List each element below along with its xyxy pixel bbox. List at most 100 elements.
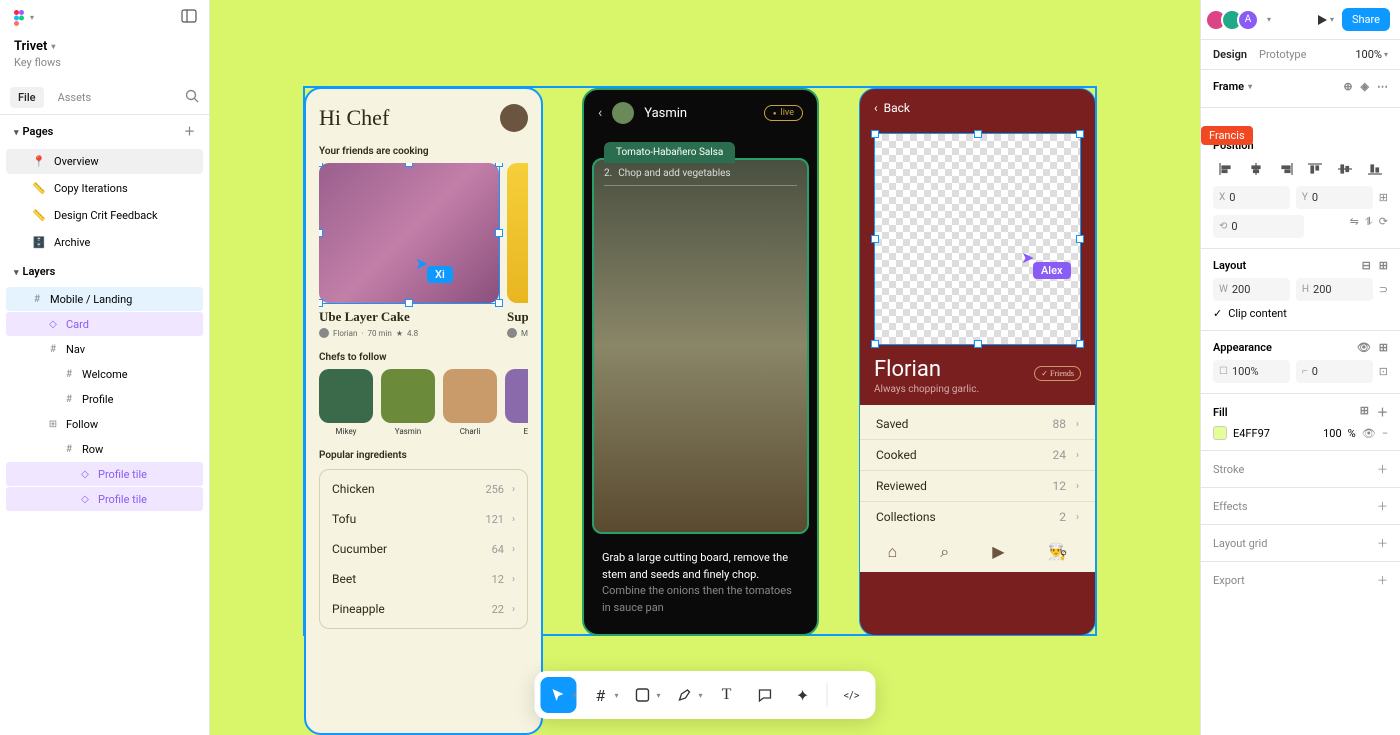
page-item-overview[interactable]: 📍Overview <box>6 149 203 174</box>
align-left-button[interactable] <box>1213 158 1239 180</box>
multiplayer-cursor: Francis <box>1201 126 1253 145</box>
effects-label: Effects <box>1213 500 1248 513</box>
pen-tool[interactable] <box>667 677 703 713</box>
chef-tile: Yasmin <box>381 369 435 436</box>
tab-file[interactable]: File <box>10 87 44 108</box>
present-button[interactable]: ▾ <box>1316 14 1334 26</box>
tab-prototype[interactable]: Prototype <box>1259 48 1306 61</box>
greeting-text: Hi Chef <box>319 105 389 131</box>
width-input[interactable]: W200 <box>1213 278 1290 301</box>
layer-item[interactable]: Row <box>6 437 203 461</box>
clip-content-checkbox[interactable]: ✓Clip content <box>1213 307 1388 320</box>
friends-badge: ✓ Friends <box>1034 366 1081 381</box>
layer-item[interactable]: Profile <box>6 387 203 411</box>
rotate-icon[interactable]: ⟳ <box>1379 215 1388 238</box>
x-input[interactable]: X0 <box>1213 186 1290 209</box>
ingredient-row: Pineapple22› <box>320 594 527 624</box>
sidebar-toggle-icon[interactable] <box>181 8 197 27</box>
file-name[interactable]: Trivet▾ <box>14 39 195 54</box>
align-hcenter-button[interactable] <box>1243 158 1269 180</box>
add-page-icon[interactable]: ＋ <box>184 123 195 139</box>
align-vcenter-button[interactable] <box>1332 158 1358 180</box>
align-right-button[interactable] <box>1273 158 1299 180</box>
visibility-icon[interactable]: 👁 <box>1357 341 1371 354</box>
align-top-button[interactable] <box>1302 158 1328 180</box>
add-export-icon[interactable]: ＋ <box>1377 572 1388 588</box>
fill-visibility-icon[interactable]: 👁 <box>1362 427 1376 440</box>
auto-layout-icon[interactable]: ⊟ <box>1362 259 1371 272</box>
main-menu-button[interactable]: ▾ <box>12 9 34 27</box>
collaborator-avatars[interactable]: A <box>1211 9 1259 31</box>
flip-v-icon[interactable]: ⥮ <box>1365 215 1373 238</box>
layer-item[interactable]: ⊞Follow <box>6 412 203 436</box>
opacity-input[interactable]: ☐100% <box>1213 360 1290 383</box>
height-input[interactable]: H200 <box>1296 278 1373 301</box>
element-type: Frame <box>1213 80 1244 93</box>
remove-fill-icon[interactable]: − <box>1382 427 1388 440</box>
link-wh-icon[interactable]: ⊃ <box>1379 283 1388 296</box>
layout-more-icon[interactable]: ⊞ <box>1379 259 1388 272</box>
toolbar: ▾ #▾ ▾ ▾ T ✦ </> <box>534 671 875 719</box>
actions-tool[interactable]: ✦ <box>785 677 821 713</box>
move-tool[interactable] <box>540 677 576 713</box>
stroke-label: Stroke <box>1213 463 1244 476</box>
search-icon[interactable] <box>185 88 199 107</box>
corner-details-icon[interactable]: ⊡ <box>1379 365 1388 378</box>
host-name: Yasmin <box>644 106 687 121</box>
selected-frame[interactable]: ➤ Alex <box>874 133 1081 345</box>
tabbar-video-icon: ▶ <box>992 542 1004 562</box>
rotation-input[interactable]: ⟲0 <box>1213 215 1304 238</box>
recipe-title: Ube Layer Cake <box>319 309 499 325</box>
tab-assets[interactable]: Assets <box>50 87 100 108</box>
add-effect-icon[interactable]: ＋ <box>1377 498 1388 514</box>
ingredient-row: Tofu121› <box>320 504 527 534</box>
text-tool[interactable]: T <box>709 677 745 713</box>
flip-h-icon[interactable]: ⇋ <box>1350 215 1359 238</box>
align-bottom-button[interactable] <box>1362 158 1388 180</box>
fill-label: Fill <box>1213 406 1228 419</box>
component-icon[interactable]: ⊕ <box>1343 80 1352 93</box>
layer-item[interactable]: Card <box>6 312 203 336</box>
frame-live[interactable]: ‹ Yasmin live Tomato-Habañero Salsa 2.Ch… <box>582 88 819 636</box>
multiplayer-cursor: ➤ Alex <box>1033 262 1071 279</box>
layer-item[interactable]: Profile tile <box>6 462 203 486</box>
add-fill-icon[interactable]: ＋ <box>1377 404 1388 420</box>
styles-icon[interactable]: ⊞ <box>1360 404 1369 420</box>
tab-design[interactable]: Design <box>1213 48 1247 61</box>
y-input[interactable]: Y0 <box>1296 186 1373 209</box>
layout-grid-label: Layout grid <box>1213 537 1267 550</box>
layer-item[interactable]: Nav <box>6 337 203 361</box>
frame-landing[interactable]: Hi Chef Your friends are cooking Ube Lay… <box>305 88 542 734</box>
expand-icon[interactable]: ⊞ <box>1379 341 1388 354</box>
layer-item[interactable]: Welcome <box>6 362 203 386</box>
dev-mode-toggle[interactable]: </> <box>834 677 870 713</box>
page-item[interactable]: 📏Design Crit Feedback <box>6 203 203 228</box>
constraints-icon[interactable]: ⊞ <box>1379 191 1388 204</box>
layer-item[interactable]: Mobile / Landing <box>6 287 203 311</box>
fill-hex[interactable]: E4FF97 <box>1233 427 1317 440</box>
shape-tool[interactable] <box>625 677 661 713</box>
profile-bio: Always chopping garlic. <box>860 384 1095 405</box>
comment-tool[interactable] <box>747 677 783 713</box>
fill-swatch[interactable] <box>1213 426 1227 440</box>
section-label: Chefs to follow <box>319 352 528 363</box>
ingredient-row: Chicken256› <box>320 474 527 504</box>
add-stroke-icon[interactable]: ＋ <box>1377 461 1388 477</box>
page-item[interactable]: 📏Copy Iterations <box>6 176 203 201</box>
frame-tool[interactable]: # <box>582 677 618 713</box>
layout-label: Layout <box>1213 259 1246 272</box>
canvas[interactable]: Hi Chef Your friends are cooking Ube Lay… <box>210 0 1200 735</box>
corner-input[interactable]: ⌐0 <box>1296 360 1373 383</box>
video-area: 2.Chop and add vegetables <box>592 158 809 534</box>
frame-profile[interactable]: ‹Back ➤ Alex Florian✓ Friends Always cho… <box>859 88 1096 636</box>
instance-icon[interactable]: ◈ <box>1361 80 1369 93</box>
more-icon[interactable]: ⋯ <box>1377 80 1388 93</box>
file-subtitle: Key flows <box>14 56 195 69</box>
layer-item[interactable]: Profile tile <box>6 487 203 511</box>
share-button[interactable]: Share <box>1342 8 1390 31</box>
page-item[interactable]: 🗄️Archive <box>6 230 203 255</box>
add-grid-icon[interactable]: ＋ <box>1377 535 1388 551</box>
zoom-select[interactable]: 100%▾ <box>1355 48 1388 61</box>
caption-text: Grab a large cutting board, remove the s… <box>602 550 799 616</box>
stat-row: Collections2› <box>860 502 1095 532</box>
